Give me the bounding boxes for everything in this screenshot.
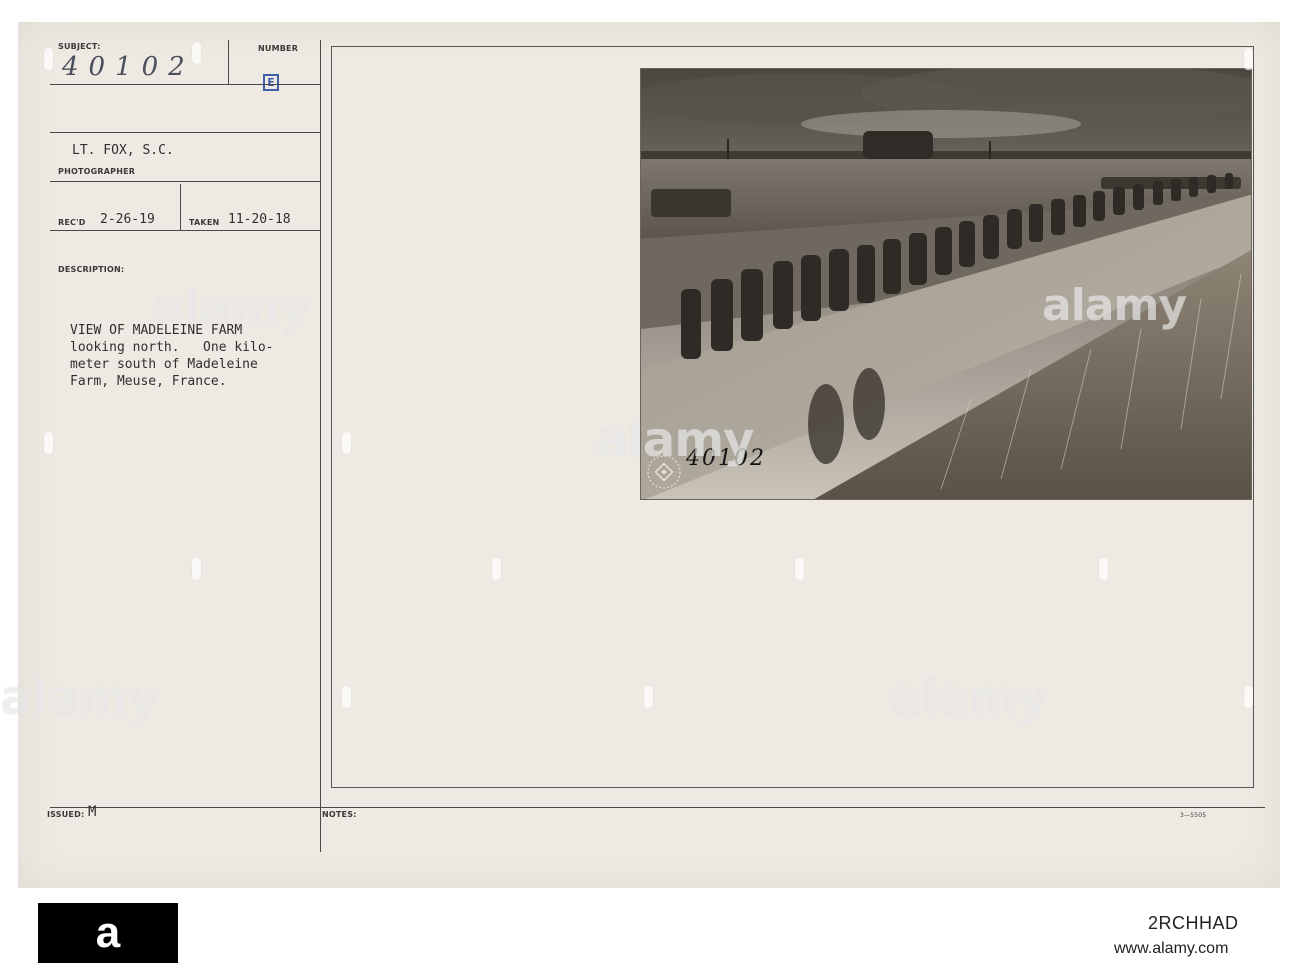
watermark-stud (644, 686, 653, 708)
watermark-stud (192, 42, 201, 64)
watermark-stud (44, 48, 53, 70)
taken-date: 11-20-18 (228, 212, 291, 227)
form-rule (50, 181, 320, 182)
description-line: Farm, Meuse, France. (70, 374, 227, 389)
watermark-stud (192, 558, 201, 580)
form-divider (228, 40, 229, 84)
footer-rule (50, 807, 1265, 808)
watermark-stud (1099, 558, 1108, 580)
issued-label: ISSUED: (47, 810, 85, 819)
photographer-label: PHOTOGRAPHER (58, 167, 136, 176)
watermark-stud (44, 432, 53, 454)
subject-label: SUBJECT: (58, 42, 101, 51)
description-line: looking north. One kilo- (70, 340, 274, 355)
issued-mark: M (88, 804, 97, 820)
watermark-stud (1244, 48, 1253, 70)
form-rule (50, 230, 320, 231)
form-divider (180, 184, 181, 230)
watermark: alamy (0, 670, 159, 726)
subject-number: 40102 (62, 52, 195, 82)
watermark-stud (342, 686, 351, 708)
watermark: alamy (152, 280, 311, 336)
number-badge: E (263, 74, 279, 91)
watermark-stud (1244, 686, 1253, 708)
form-rule (50, 132, 320, 133)
alamy-logo-icon: a (38, 903, 178, 963)
watermark: alamy (596, 412, 755, 468)
watermark-stud (795, 558, 804, 580)
credit-strip (0, 888, 1300, 978)
recd-label: REC'D (58, 218, 86, 227)
logo-letter: a (96, 908, 121, 957)
watermark: alamy (1042, 280, 1187, 331)
watermark-stud (492, 558, 501, 580)
image-id: 2RCHHAD (1148, 913, 1239, 933)
watermark-stud (342, 432, 351, 454)
number-label: NUMBER (258, 44, 299, 53)
description-label: DESCRIPTION: (58, 265, 125, 274)
recd-date: 2-26-19 (100, 212, 155, 227)
notes-label: NOTES: (322, 810, 357, 819)
form-rule (50, 84, 320, 85)
column-divider (320, 40, 321, 852)
form-code: 3—5505 (1180, 812, 1207, 819)
credit-url[interactable]: www.alamy.com (1114, 940, 1228, 958)
watermark: alamy (890, 670, 1049, 726)
description-line: meter south of Madeleine (70, 357, 258, 372)
taken-label: TAKEN (189, 218, 220, 227)
photographer-name: LT. FOX, S.C. (72, 143, 174, 158)
